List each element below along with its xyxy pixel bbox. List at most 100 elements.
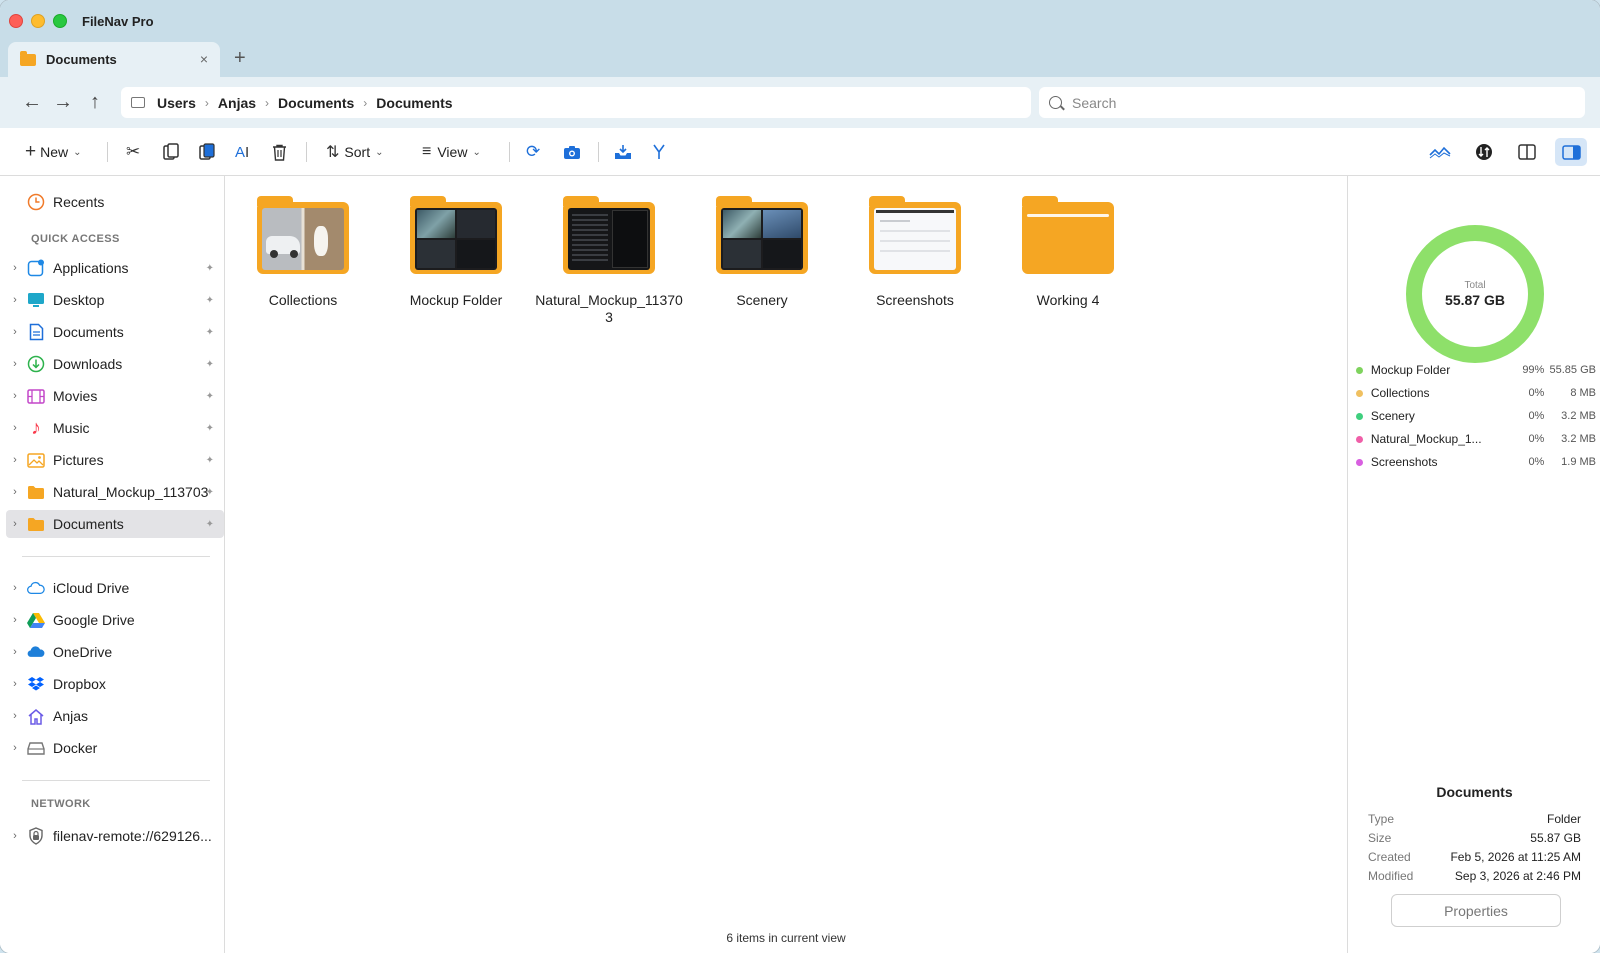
cut-button[interactable]: ✂ bbox=[126, 140, 140, 164]
tab-documents[interactable]: Documents × bbox=[8, 42, 220, 77]
storage-legend-row[interactable]: Mockup Folder 99% 55.85 GB bbox=[1356, 361, 1596, 379]
chevron-right-icon[interactable]: › bbox=[6, 326, 24, 338]
pin-icon[interactable]: ✦ bbox=[206, 455, 214, 466]
folder-item[interactable]: Natural_Mockup_113703 bbox=[534, 196, 684, 326]
chevron-right-icon[interactable]: › bbox=[6, 390, 24, 402]
chevron-right-icon[interactable]: › bbox=[6, 646, 24, 658]
sidebar-item-downloads[interactable]: › Downloads ✦ bbox=[6, 350, 224, 378]
close-window-button[interactable] bbox=[9, 14, 23, 28]
up-button[interactable]: ↑ bbox=[84, 91, 106, 113]
forward-button[interactable]: → bbox=[52, 91, 74, 113]
breadcrumb-item[interactable]: Documents bbox=[376, 95, 452, 111]
breadcrumb[interactable]: Users › Anjas › Documents › Documents bbox=[121, 87, 1031, 118]
sidebar-item-icloud[interactable]: › iCloud Drive bbox=[6, 574, 224, 602]
refresh-icon: ⟳ bbox=[526, 142, 541, 161]
sidebar-item-documents[interactable]: › Documents ✦ bbox=[6, 318, 224, 346]
sidebar-item-label: Natural_Mockup_113703 bbox=[53, 484, 209, 500]
sidebar-item-applications[interactable]: › Applications ✦ bbox=[6, 254, 224, 282]
folder-item[interactable]: Scenery bbox=[687, 196, 837, 309]
split-view-button[interactable] bbox=[1518, 140, 1536, 164]
sidebar-item-documents-folder[interactable]: › Documents ✦ bbox=[6, 510, 224, 538]
chevron-right-icon[interactable]: › bbox=[6, 294, 24, 306]
activity-button[interactable] bbox=[1429, 140, 1451, 164]
legend-size: 8 MB bbox=[1570, 387, 1596, 399]
legend-percent: 99% bbox=[1522, 364, 1545, 376]
screenshot-button[interactable] bbox=[563, 140, 581, 164]
chevron-right-icon[interactable]: › bbox=[6, 454, 24, 466]
sidebar-item-music[interactable]: › ♪ Music ✦ bbox=[6, 414, 224, 442]
sort-icon: ⇅ bbox=[326, 144, 340, 161]
rename-button[interactable]: AI bbox=[235, 140, 249, 164]
chevron-right-icon[interactable]: › bbox=[6, 830, 24, 842]
storage-legend-row[interactable]: Scenery 0% 3.2 MB bbox=[1356, 407, 1596, 425]
pin-icon[interactable]: ✦ bbox=[206, 327, 214, 338]
chevron-right-icon[interactable]: › bbox=[6, 486, 24, 498]
chevron-right-icon[interactable]: › bbox=[6, 262, 24, 274]
copy-button[interactable] bbox=[163, 140, 179, 164]
breadcrumb-item[interactable]: Documents bbox=[278, 95, 354, 111]
chevron-right-icon[interactable]: › bbox=[6, 614, 24, 626]
pin-icon[interactable]: ✦ bbox=[206, 295, 214, 306]
pin-icon[interactable]: ✦ bbox=[206, 423, 214, 434]
chevron-right-icon[interactable]: › bbox=[6, 742, 24, 754]
legend-dot bbox=[1356, 435, 1363, 443]
chevron-right-icon[interactable]: › bbox=[6, 678, 24, 690]
folder-item[interactable]: Working 4 bbox=[993, 196, 1143, 309]
folder-item[interactable]: Screenshots bbox=[840, 196, 990, 309]
new-button[interactable]: + New ⌄ bbox=[25, 140, 82, 164]
sort-button[interactable]: ⇅ Sort ⌄ bbox=[326, 140, 383, 164]
pin-icon[interactable]: ✦ bbox=[206, 519, 214, 530]
properties-button[interactable]: Properties bbox=[1391, 894, 1561, 927]
pin-icon[interactable]: ✦ bbox=[206, 487, 214, 498]
sidebar-item-google-drive[interactable]: › Google Drive bbox=[6, 606, 224, 634]
sort-button-label: Sort bbox=[344, 144, 371, 160]
sidebar-item-recents[interactable]: Recents bbox=[6, 188, 224, 216]
view-button[interactable]: ≡ View ⌄ bbox=[422, 140, 481, 164]
back-button[interactable]: ← bbox=[21, 91, 43, 113]
merge-button[interactable] bbox=[652, 140, 666, 164]
storage-legend-row[interactable]: Screenshots 0% 1.9 MB bbox=[1356, 453, 1596, 471]
legend-size: 55.85 GB bbox=[1549, 364, 1596, 376]
chevron-right-icon[interactable]: › bbox=[6, 582, 24, 594]
tab-close-icon[interactable]: × bbox=[200, 51, 208, 67]
chevron-right-icon[interactable]: › bbox=[6, 518, 24, 530]
pin-icon[interactable]: ✦ bbox=[206, 263, 214, 274]
breadcrumb-item[interactable]: Users bbox=[157, 95, 196, 111]
legend-percent: 0% bbox=[1528, 387, 1545, 399]
delete-button[interactable] bbox=[272, 140, 287, 164]
chevron-right-icon[interactable]: › bbox=[6, 358, 24, 370]
sidebar-item-anjas[interactable]: › Anjas bbox=[6, 702, 224, 730]
folder-thumbnail bbox=[410, 196, 502, 276]
clock-icon bbox=[27, 193, 45, 211]
info-panel-toggle[interactable] bbox=[1555, 138, 1587, 166]
refresh-button[interactable]: ⟳ bbox=[526, 140, 540, 164]
pin-icon[interactable]: ✦ bbox=[206, 391, 214, 402]
sidebar-item-pictures[interactable]: › Pictures ✦ bbox=[6, 446, 224, 474]
folder-item[interactable]: Collections bbox=[228, 196, 378, 309]
chevron-right-icon[interactable]: › bbox=[6, 422, 24, 434]
sidebar-item-label: Downloads bbox=[53, 356, 123, 372]
import-button[interactable] bbox=[614, 140, 632, 164]
sidebar-item-onedrive[interactable]: › OneDrive bbox=[6, 638, 224, 666]
sidebar-item-remote[interactable]: › filenav-remote://629126... bbox=[6, 822, 224, 850]
chevron-right-icon[interactable]: › bbox=[6, 710, 24, 722]
new-tab-button[interactable]: + bbox=[234, 47, 246, 70]
sidebar-item-desktop[interactable]: › Desktop ✦ bbox=[6, 286, 224, 314]
search-input[interactable] bbox=[1072, 94, 1552, 111]
paste-button[interactable] bbox=[199, 140, 215, 164]
folder-item[interactable]: Mockup Folder bbox=[381, 196, 531, 309]
breadcrumb-item[interactable]: Anjas bbox=[218, 95, 256, 111]
tray-download-icon bbox=[615, 145, 631, 159]
storage-legend-row[interactable]: Natural_Mockup_1... 0% 3.2 MB bbox=[1356, 430, 1596, 448]
network-header: NETWORK bbox=[31, 798, 91, 810]
sidebar-item-natural-mockup[interactable]: › Natural_Mockup_113703 ✦ bbox=[6, 478, 224, 506]
sidebar-item-movies[interactable]: › Movies ✦ bbox=[6, 382, 224, 410]
storage-legend-row[interactable]: Collections 0% 8 MB bbox=[1356, 384, 1596, 402]
pin-icon[interactable]: ✦ bbox=[206, 359, 214, 370]
minimize-window-button[interactable] bbox=[31, 14, 45, 28]
info-title: Documents bbox=[1436, 784, 1513, 800]
sync-button[interactable] bbox=[1475, 140, 1493, 164]
sidebar-item-dropbox[interactable]: › Dropbox bbox=[6, 670, 224, 698]
sidebar-item-docker[interactable]: › Docker bbox=[6, 734, 224, 762]
zoom-window-button[interactable] bbox=[53, 14, 67, 28]
